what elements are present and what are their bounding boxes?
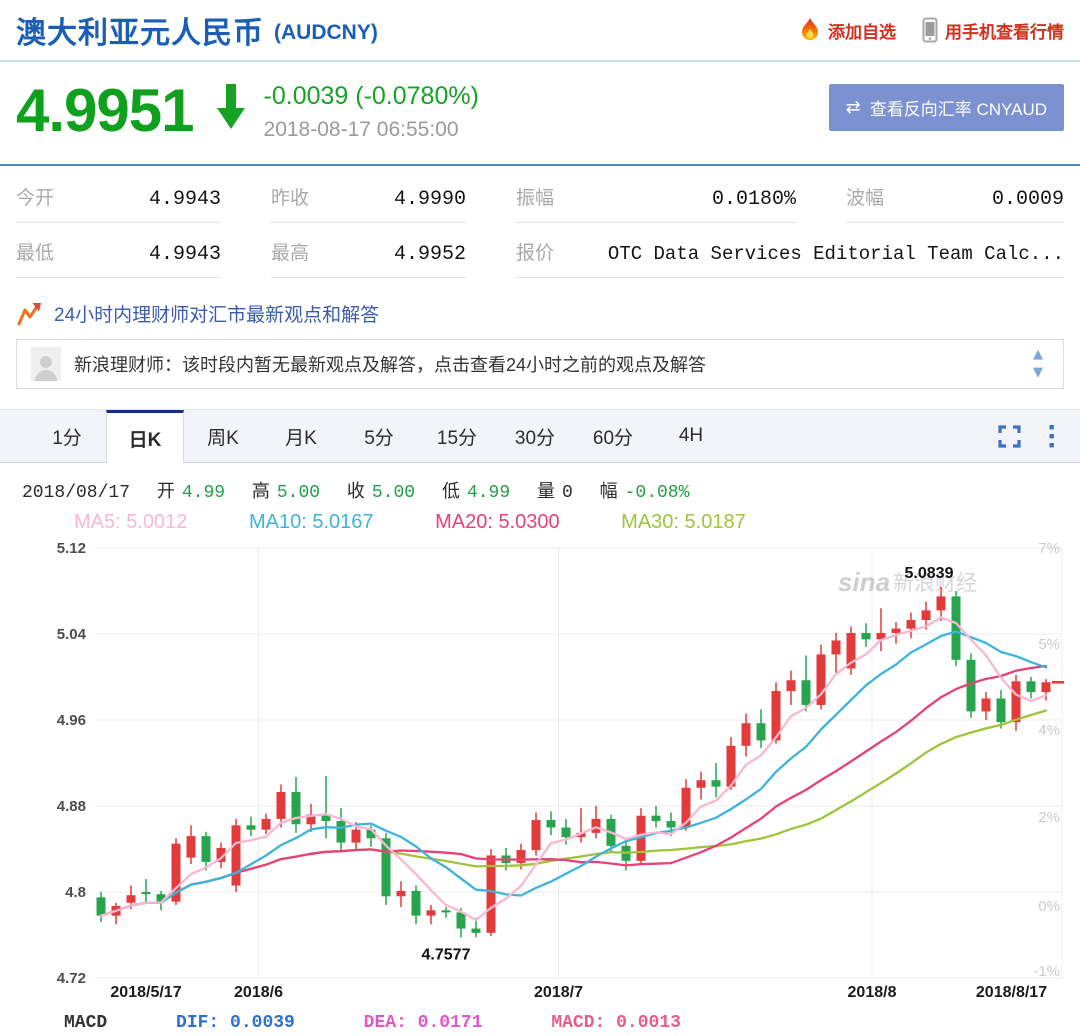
mobile-view-label: 用手机查看行情 [945, 18, 1064, 43]
svg-text:2%: 2% [1038, 809, 1060, 826]
add-watchlist-link[interactable]: 添加自选 [799, 17, 896, 43]
ohlc-close: 5.00 [372, 483, 415, 503]
ohlc-volume: 0 [562, 483, 573, 503]
stat-amplitude: 振幅 0.0180% [516, 168, 796, 223]
sina-watermark: sina [838, 567, 890, 597]
tab-30min[interactable]: 30分 [496, 410, 574, 462]
down-arrow-icon [216, 84, 246, 130]
svg-text:5.0839: 5.0839 [905, 565, 954, 582]
add-watchlist-label: 添加自选 [828, 18, 896, 43]
svg-text:2018/8: 2018/8 [848, 984, 897, 1001]
price-change: -0.0039 (-0.0780%) [264, 82, 479, 111]
interval-tabbar: 1分 日K 周K 月K 5分 15分 30分 60分 4H [0, 409, 1080, 463]
macd-item: MACD [64, 1013, 107, 1033]
svg-text:5%: 5% [1038, 636, 1060, 653]
ma30-legend: MA30: 5.0187 [621, 511, 746, 533]
tab-1min[interactable]: 1分 [28, 410, 106, 462]
ohlc-range: -0.08% [625, 483, 690, 503]
more-options-icon[interactable] [1049, 425, 1054, 448]
phone-icon [922, 17, 938, 43]
macd-info-row: MACD DIF: 0.0039 DEA: 0.0171 MACD: 0.001… [64, 1013, 1080, 1033]
page-header: 澳大利亚元人民币 (AUDCNY) 添加自选 用手机查看行情 [0, 0, 1080, 62]
reverse-rate-button[interactable]: ⇄ 查看反向汇率 CNYAUD [829, 84, 1064, 131]
scroll-down-icon[interactable]: ▼ [1033, 368, 1043, 378]
svg-text:7%: 7% [1038, 540, 1060, 557]
ma10-legend: MA10: 5.0167 [249, 511, 374, 533]
svg-text:2018/7: 2018/7 [534, 984, 583, 1001]
fullscreen-icon[interactable] [998, 425, 1021, 448]
ma5-legend: MA5: 5.0012 [74, 511, 187, 533]
svg-text:-1%: -1% [1033, 963, 1060, 980]
tab-15min[interactable]: 15分 [418, 410, 496, 462]
quote-section: 4.9951 -0.0039 (-0.0780%) 2018-08-17 06:… [0, 62, 1080, 164]
ohlc-date: 2018/08/17 [22, 483, 130, 503]
svg-text:5.04: 5.04 [57, 626, 87, 643]
ohlc-open: 4.99 [182, 483, 225, 503]
svg-text:2018/8/17: 2018/8/17 [976, 984, 1047, 1001]
svg-text:4.8: 4.8 [65, 884, 86, 901]
svg-text:2018/5/17: 2018/5/17 [110, 984, 181, 1001]
flame-icon [799, 17, 821, 43]
svg-text:4.7577: 4.7577 [422, 946, 471, 963]
scroll-up-icon[interactable]: ▲ [1033, 350, 1043, 360]
instrument-symbol: (AUDCNY) [274, 21, 378, 45]
mobile-view-link[interactable]: 用手机查看行情 [922, 17, 1064, 43]
macd-item: MACD: 0.0013 [551, 1013, 681, 1033]
ma20-legend: MA20: 5.0300 [435, 511, 560, 533]
stat-high: 最高 4.9952 [271, 223, 466, 278]
avatar [31, 347, 61, 381]
reverse-rate-label: 查看反向汇率 CNYAUD [870, 95, 1047, 120]
svg-text:5.12: 5.12 [57, 540, 86, 557]
tab-weekly[interactable]: 周K [184, 410, 262, 462]
svg-text:4.88: 4.88 [57, 798, 86, 815]
stat-open: 今开 4.9943 [16, 168, 221, 223]
stat-wave: 波幅 0.0009 [846, 168, 1064, 223]
tab-daily[interactable]: 日K [106, 410, 184, 463]
last-price: 4.9951 [16, 82, 194, 139]
macd-item: DEA: 0.0171 [364, 1013, 483, 1033]
tab-5min[interactable]: 5分 [340, 410, 418, 462]
tab-4h[interactable]: 4H [652, 410, 730, 462]
svg-text:2018/6: 2018/6 [234, 984, 283, 1001]
svg-text:0%: 0% [1038, 898, 1060, 915]
stat-prev-close: 昨收 4.9990 [271, 168, 466, 223]
ohlc-info-row: 2018/08/17 开4.99 高5.00 收5.00 低4.99 量0 幅-… [22, 477, 1080, 503]
stat-low: 最低 4.9943 [16, 223, 221, 278]
stat-quote-source: 报价 OTC Data Services Editorial Team Calc… [516, 223, 1064, 278]
advisor-headline-link[interactable]: 24小时内理财师对汇市最新观点和解答 [54, 300, 379, 327]
svg-text:4%: 4% [1038, 722, 1060, 739]
svg-text:4.72: 4.72 [57, 970, 86, 987]
tab-60min[interactable]: 60分 [574, 410, 652, 462]
candlestick-chart[interactable]: 5.12 7% 5.04 5% 4.96 4% 4.88 2% 4.8 0% 4.72 -1% 2018… [0, 534, 1080, 1004]
advisor-message-box[interactable]: 新浪理财师：该时段内暂无最新观点及解答，点击查看24小时之前的观点及解答 ▲ ▼ [16, 339, 1064, 389]
quote-timestamp: 2018-08-17 06:55:00 [264, 118, 479, 142]
ohlc-low: 4.99 [467, 483, 510, 503]
zigzag-arrow-icon [16, 301, 42, 327]
tab-monthly[interactable]: 月K [262, 410, 340, 462]
ohlc-high: 5.00 [277, 483, 320, 503]
macd-item: DIF: 0.0039 [176, 1013, 295, 1033]
instrument-title: 澳大利亚元人民币 [16, 8, 264, 52]
advisor-message[interactable]: 新浪理财师：该时段内暂无最新观点及解答，点击查看24小时之前的观点及解答 [74, 351, 1020, 377]
stats-table: 今开 4.9943 昨收 4.9990 振幅 0.0180% 波幅 0.0009… [0, 166, 1080, 278]
chart-area: 5.12 7% 5.04 5% 4.96 4% 4.88 2% 4.8 0% 4.72 -1% 2018… [0, 534, 1080, 1009]
ma-legend-row: MA5: 5.0012 MA10: 5.0167 MA20: 5.0300 MA… [74, 511, 1080, 534]
person-icon [34, 353, 58, 381]
svg-text:4.96: 4.96 [57, 712, 86, 729]
advisor-headline-row: 24小时内理财师对汇市最新观点和解答 [16, 300, 1064, 327]
swap-arrows-icon: ⇄ [846, 97, 861, 118]
